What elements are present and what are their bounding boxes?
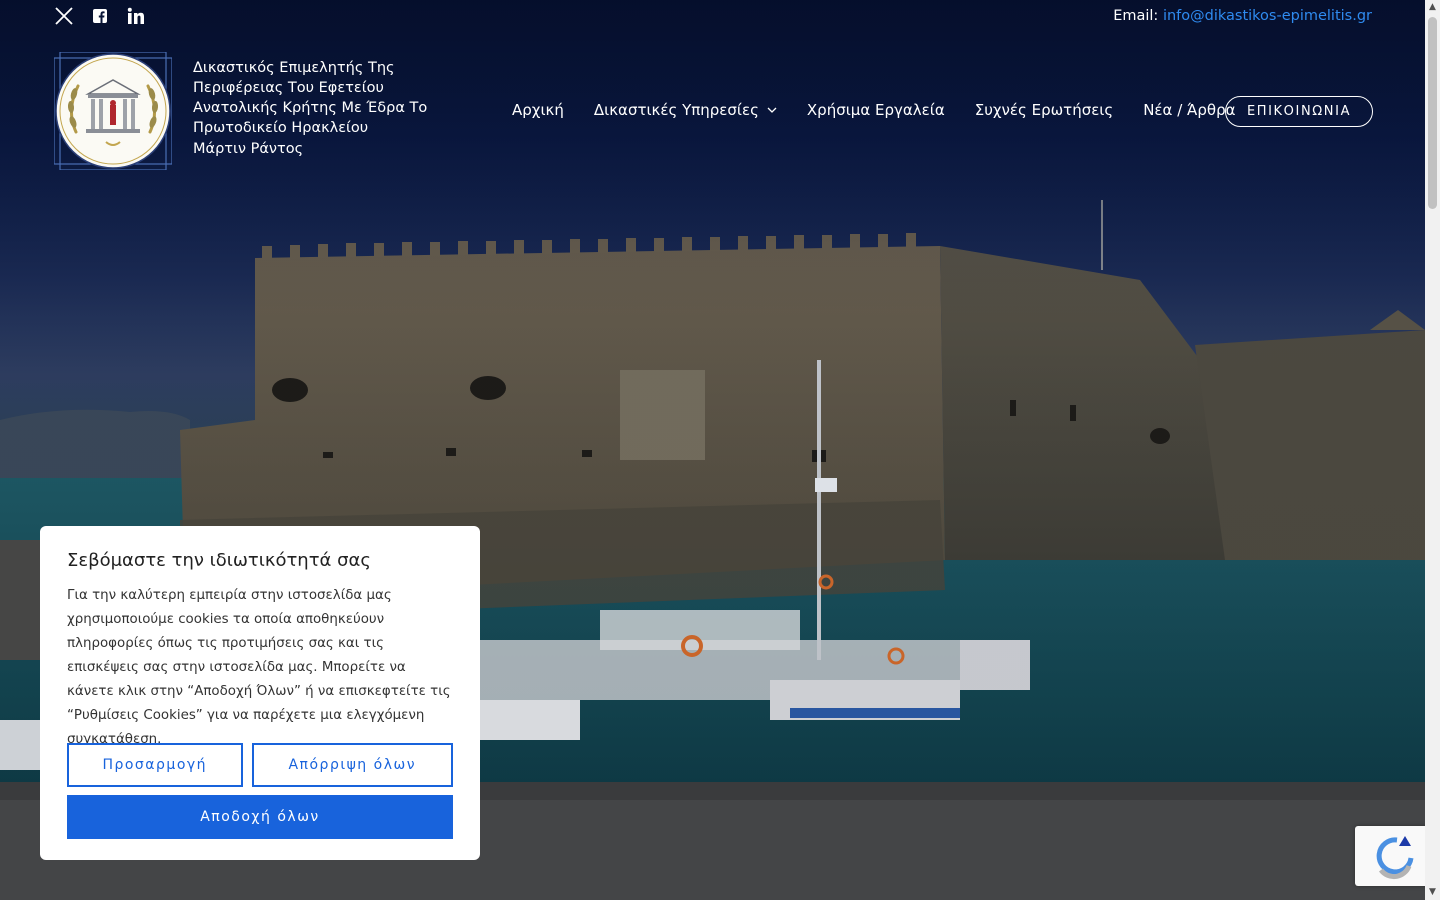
nav-item-useful-tools[interactable]: Χρήσιμα Εργαλεία xyxy=(807,101,945,119)
recaptcha-icon xyxy=(1376,836,1414,880)
email-contact: Email: info@dikastikos-epimelitis.gr xyxy=(1113,8,1372,24)
scroll-down-arrow-icon[interactable]: ▼ xyxy=(1425,885,1440,900)
scroll-up-arrow-icon[interactable]: ▲ xyxy=(1425,0,1440,15)
x-twitter-icon[interactable] xyxy=(54,6,74,26)
nav-label: Νέα / Άρθρα xyxy=(1143,101,1236,119)
social-links xyxy=(54,6,146,26)
nav-item-court-services[interactable]: Δικαστικές Υπηρεσίες xyxy=(594,101,777,119)
main-navigation: Αρχική Δικαστικές Υπηρεσίες Χρήσιμα Εργα… xyxy=(512,101,1266,119)
cookie-buttons: Προσαρμογή Απόρριψη όλων Αποδοχή όλων xyxy=(67,743,453,839)
recaptcha-badge[interactable] xyxy=(1355,826,1430,886)
contact-button[interactable]: ΕΠΙΚΟΙΝΩΝΙΑ xyxy=(1225,96,1373,127)
nav-item-home[interactable]: Αρχική xyxy=(512,101,564,119)
cookie-title: Σεβόμαστε την ιδιωτικότητά σας xyxy=(67,550,371,571)
nav-label: Δικαστικές Υπηρεσίες xyxy=(593,101,759,119)
site-logo[interactable] xyxy=(53,51,173,171)
nav-item-faq[interactable]: Συχνές Ερωτήσεις xyxy=(975,101,1113,119)
page-scrollbar[interactable]: ▲ ▼ xyxy=(1425,0,1440,900)
cookie-body: Για την καλύτερη εμπειρία στην ιστοσελίδ… xyxy=(67,588,451,747)
chevron-down-icon xyxy=(767,107,777,113)
nav-label: Χρήσιμα Εργαλεία xyxy=(806,101,945,119)
accept-all-button[interactable]: Αποδοχή όλων xyxy=(67,795,453,839)
facebook-icon[interactable] xyxy=(90,6,110,26)
email-link[interactable]: info@dikastikos-epimelitis.gr xyxy=(1163,8,1372,24)
customize-button[interactable]: Προσαρμογή xyxy=(67,743,243,787)
court-seal-icon xyxy=(53,51,173,171)
scroll-thumb[interactable] xyxy=(1428,17,1437,209)
cookie-consent-dialog: Σεβόμαστε την ιδιωτικότητά σας Για την κ… xyxy=(40,526,480,860)
nav-label: Συχνές Ερωτήσεις xyxy=(974,101,1114,119)
nav-item-news[interactable]: Νέα / Άρθρα xyxy=(1143,101,1235,119)
email-label: Email: xyxy=(1113,8,1159,24)
reject-all-button[interactable]: Απόρριψη όλων xyxy=(251,743,453,787)
site-subtitle: Μάρτιν Ράντος xyxy=(193,141,304,157)
site-title[interactable]: Δικαστικός Επιμελητής Της Περιφέρειας Το… xyxy=(193,58,473,138)
nav-label: Αρχική xyxy=(512,101,564,119)
linkedin-icon[interactable] xyxy=(126,6,146,26)
